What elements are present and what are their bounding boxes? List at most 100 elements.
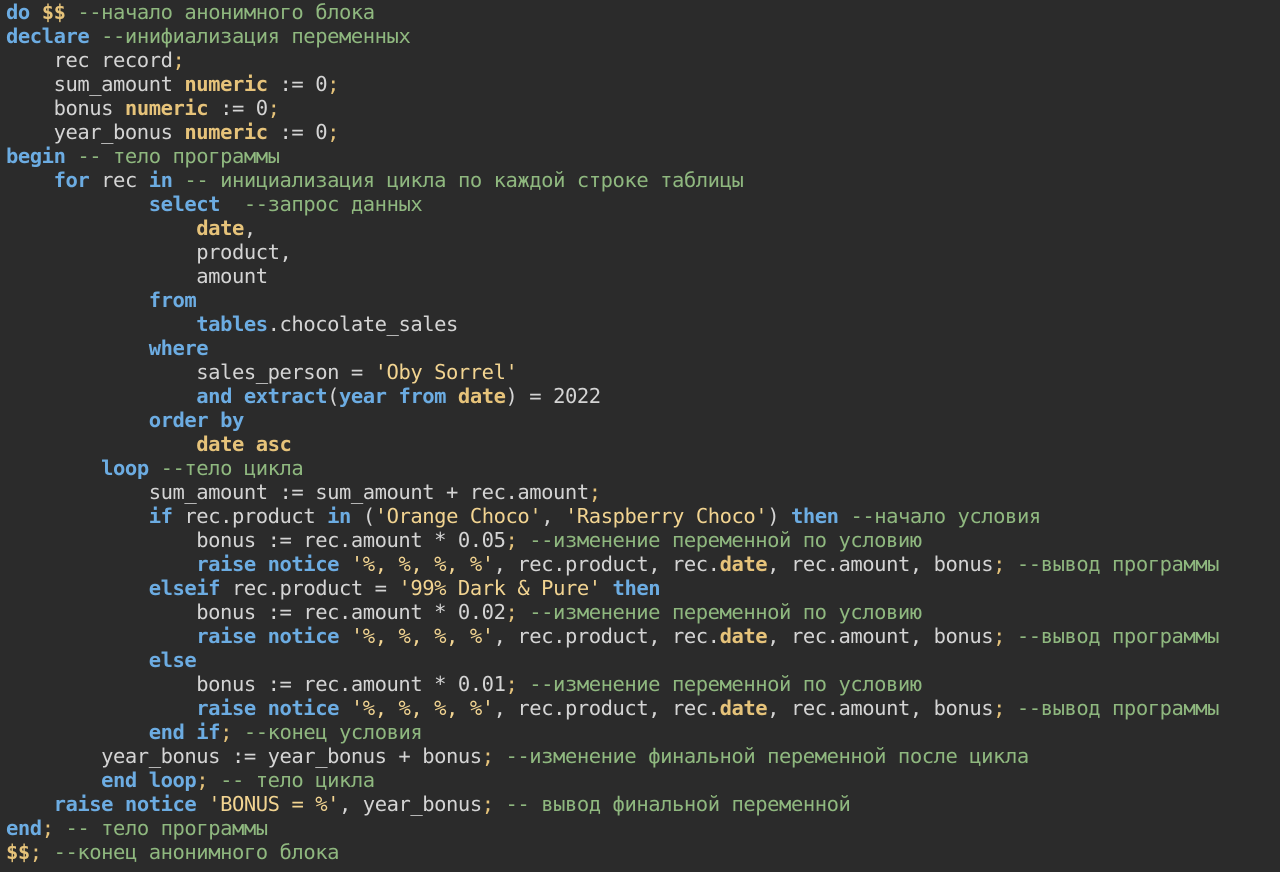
code-token-kw: elseif xyxy=(148,576,221,600)
code-token-comment: --тело цикла xyxy=(148,456,304,480)
code-line: where xyxy=(6,336,209,360)
code-token-ident: := 0 xyxy=(208,96,268,120)
code-token-str: '%, %, %, %' xyxy=(350,552,494,576)
code-token-ident: , xyxy=(243,216,256,240)
code-line: order by xyxy=(6,408,245,432)
code-token-ident xyxy=(6,408,149,432)
code-token-ident xyxy=(6,552,196,576)
code-token-kw: if xyxy=(148,504,173,528)
code-token-ident: amount xyxy=(6,264,268,288)
code-token-str: 'Raspberry Choco' xyxy=(565,504,768,528)
code-line: begin -- тело программы xyxy=(6,144,280,168)
code-line: elseif rec.product = '99% Dark & Pure' t… xyxy=(6,576,661,600)
code-token-type: date asc xyxy=(196,432,292,456)
code-token-comment: -- вывод финальной переменной xyxy=(493,792,851,816)
code-token-punct: ; xyxy=(993,696,1006,720)
code-token-ident: bonus := rec.amount * 0.02 xyxy=(6,600,506,624)
code-token-comment: --вывод программы xyxy=(1005,552,1220,576)
code-token-comment: --вывод программы xyxy=(1005,624,1220,648)
code-token-str: 'Oby Sorrel' xyxy=(374,360,518,384)
code-token-punct: ; xyxy=(481,792,494,816)
code-token-ident: := 0 xyxy=(267,72,328,96)
code-token-punct: ; xyxy=(481,744,494,768)
code-line: date, xyxy=(6,216,256,240)
code-token-ident xyxy=(6,312,196,336)
code-token-ident xyxy=(6,456,101,480)
code-token-kw: end xyxy=(6,816,42,840)
code-token-comment: -- тело цикла xyxy=(208,768,375,792)
code-line: for rec in -- инициализация цикла по каж… xyxy=(6,168,744,192)
code-token-ident xyxy=(6,768,101,792)
code-line: sum_amount numeric := 0; xyxy=(6,72,340,96)
code-token-ident xyxy=(6,696,196,720)
code-token-ident xyxy=(6,432,196,456)
code-token-kw: where xyxy=(148,336,209,360)
code-token-ident xyxy=(339,624,351,648)
code-token-punct: ; xyxy=(220,720,232,744)
code-token-kw: from xyxy=(148,288,197,312)
code-token-str: 'Orange Choco' xyxy=(374,504,542,528)
code-token-comment: --вывод программы xyxy=(1005,696,1220,720)
code-token-kw: raise notice xyxy=(53,792,197,816)
code-token-kw: end loop xyxy=(101,768,197,792)
code-token-ident: year_bonus xyxy=(6,120,185,144)
code-token-kw: then xyxy=(790,504,839,528)
code-token-ident: , rec.product, rec. xyxy=(493,552,720,576)
code-line: $$; --конец анонимного блока xyxy=(6,840,339,864)
code-token-kw: for xyxy=(53,168,90,192)
code-token-punct: ; xyxy=(505,672,518,696)
code-line: sum_amount := sum_amount + rec.amount; xyxy=(6,480,601,504)
code-token-kw: and extract xyxy=(196,384,328,408)
code-token-type: numeric xyxy=(124,96,209,120)
code-token-kw: in xyxy=(148,168,173,192)
code-token-ident: rec xyxy=(89,168,149,192)
code-token-str: '%, %, %, %' xyxy=(350,696,494,720)
code-token-ident: := 0 xyxy=(267,120,328,144)
code-token-punct: ; xyxy=(993,624,1006,648)
code-line: end loop; -- тело цикла xyxy=(6,768,375,792)
code-token-kw: select xyxy=(148,192,221,216)
code-token-kw: end if xyxy=(148,720,221,744)
code-line: else xyxy=(6,648,197,672)
code-token-punct: ; xyxy=(196,768,209,792)
code-line: date asc xyxy=(6,432,292,456)
code-editor[interactable]: do $$ --начало анонимного блока declare -… xyxy=(0,0,1280,872)
code-token-comment: --начало условия xyxy=(838,504,1041,528)
code-token-kw: raise notice xyxy=(196,552,339,576)
code-token-ident: , rec.amount, bonus xyxy=(767,696,994,720)
code-token-type: date xyxy=(719,552,768,576)
code-token-str: '%, %, %, %' xyxy=(350,624,494,648)
code-token-comment: -- инициализация цикла по каждой строке … xyxy=(172,168,744,192)
code-token-ident: ) xyxy=(767,504,791,528)
code-token-ident: rec.product = xyxy=(220,576,399,600)
code-line: end; -- тело программы xyxy=(6,816,268,840)
code-line: and extract(year from date) = 2022 xyxy=(6,384,601,408)
code-token-ident: ( xyxy=(327,384,339,408)
code-line: bonus := rec.amount * 0.01; --изменение … xyxy=(6,672,922,696)
code-token-ident xyxy=(6,576,149,600)
code-token-kw: declare xyxy=(6,24,90,48)
code-token-str: 'BONUS = %' xyxy=(208,792,340,816)
code-token-ident: bonus := rec.amount * 0.05 xyxy=(6,528,506,552)
code-token-comment: --изменение переменной по условию xyxy=(517,528,922,552)
code-token-kw: else xyxy=(148,648,197,672)
code-token-ident xyxy=(339,696,351,720)
code-token-ident xyxy=(6,168,54,192)
code-token-kw: do xyxy=(6,0,42,24)
code-token-ident: bonus xyxy=(6,96,125,120)
code-token-punct: ; xyxy=(267,96,280,120)
code-line: loop --тело цикла xyxy=(6,456,304,480)
code-token-type: $$ xyxy=(41,0,66,24)
code-token-ident: ) = 2022 xyxy=(505,384,602,408)
code-token-ident xyxy=(6,192,149,216)
code-token-ident xyxy=(196,792,208,816)
code-token-kw: begin xyxy=(6,144,66,168)
code-token-ident: , xyxy=(541,504,566,528)
code-token-ident: year_bonus := year_bonus + bonus xyxy=(6,744,482,768)
code-token-punct: ; xyxy=(41,816,54,840)
code-line: if rec.product in ('Orange Choco', 'Rasp… xyxy=(6,504,1041,528)
code-token-punct: ; xyxy=(505,528,518,552)
code-token-comment: -- тело программы xyxy=(65,144,280,168)
code-token-kw: then xyxy=(612,576,661,600)
code-line: bonus := rec.amount * 0.02; --изменение … xyxy=(6,600,922,624)
